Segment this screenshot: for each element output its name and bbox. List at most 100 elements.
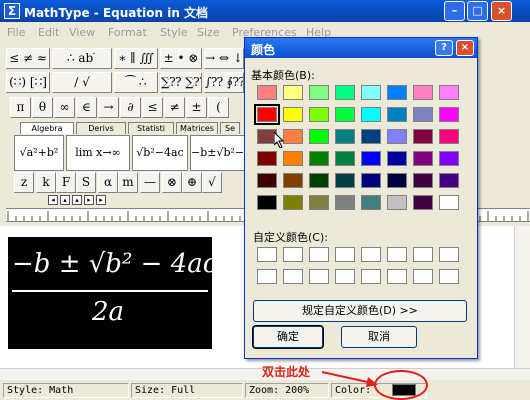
- color-swatch[interactable]: [257, 85, 277, 100]
- menu-item[interactable]: Size: [197, 26, 220, 39]
- maximize-button[interactable]: □: [467, 1, 488, 21]
- color-swatch[interactable]: [283, 107, 303, 122]
- palette-button[interactable]: ⊗: [162, 172, 182, 193]
- color-swatch[interactable]: [413, 151, 433, 166]
- color-swatch[interactable]: [413, 85, 433, 100]
- menu-item[interactable]: Format: [108, 26, 147, 39]
- color-swatch[interactable]: [361, 107, 381, 122]
- palette-button[interactable]: ∴ ab ̇: [52, 48, 112, 69]
- palette-button[interactable]: ±: [186, 97, 207, 118]
- custom-color-swatch[interactable]: [257, 269, 277, 284]
- color-swatch[interactable]: [283, 195, 303, 210]
- color-swatch[interactable]: [335, 195, 355, 210]
- ok-button[interactable]: 确定: [252, 325, 324, 349]
- palette-button[interactable]: (∷) [∷]: [6, 72, 50, 93]
- color-swatch[interactable]: [413, 107, 433, 122]
- color-swatch[interactable]: [309, 151, 329, 166]
- color-swatch[interactable]: [335, 107, 355, 122]
- color-swatch[interactable]: [439, 173, 459, 188]
- color-swatch[interactable]: [283, 85, 303, 100]
- color-swatch[interactable]: [439, 129, 459, 144]
- palette-button[interactable]: ∫⁇ ∮⁇: [204, 72, 244, 93]
- palette-button[interactable]: ∗ ∥ ∭: [114, 48, 158, 69]
- palette-button[interactable]: S: [76, 172, 96, 193]
- palette-button[interactable]: ± • ⊗: [160, 48, 202, 69]
- color-swatch[interactable]: [439, 107, 459, 122]
- define-custom-colors-button[interactable]: 规定自定义颜色(D) >>: [253, 300, 467, 322]
- palette-button[interactable]: ≠: [164, 97, 185, 118]
- custom-color-swatch[interactable]: [361, 269, 381, 284]
- palette-button[interactable]: ∂: [120, 97, 141, 118]
- color-swatch[interactable]: [309, 173, 329, 188]
- palette-button[interactable]: → ⇔ ↓: [204, 48, 244, 69]
- palette-nav-button[interactable]: ◂: [48, 195, 58, 205]
- custom-color-swatch[interactable]: [335, 247, 355, 262]
- menu-item[interactable]: Edit: [38, 26, 59, 39]
- color-swatch[interactable]: [335, 173, 355, 188]
- palette-nav-button[interactable]: ▴: [72, 195, 82, 205]
- palette-button[interactable]: ∈: [76, 97, 97, 118]
- palette-button[interactable]: →: [98, 97, 119, 118]
- template-button[interactable]: lim x→∞: [66, 135, 130, 171]
- color-swatch[interactable]: [439, 151, 459, 166]
- color-swatch[interactable]: [309, 107, 329, 122]
- custom-color-swatch[interactable]: [413, 247, 433, 262]
- color-swatch[interactable]: [335, 129, 355, 144]
- close-button[interactable]: ×: [491, 1, 512, 21]
- palette-button[interactable]: π: [10, 97, 31, 118]
- palette-nav-button[interactable]: ▸: [96, 195, 106, 205]
- palette-nav-button[interactable]: ▸: [84, 195, 94, 205]
- palette-tab[interactable]: Matrices: [176, 122, 218, 134]
- color-swatch[interactable]: [254, 104, 280, 125]
- color-swatch[interactable]: [439, 85, 459, 100]
- menu-item[interactable]: File: [7, 26, 25, 39]
- custom-color-swatch[interactable]: [439, 269, 459, 284]
- help-button[interactable]: ?: [435, 40, 453, 56]
- color-swatch[interactable]: [257, 151, 277, 166]
- title-bar[interactable]: Σ MathType - Equation in 文档 – □ ×: [0, 0, 530, 22]
- palette-button[interactable]: z: [14, 172, 34, 193]
- palette-button[interactable]: θ: [32, 97, 53, 118]
- template-button[interactable]: √b²−4ac: [132, 135, 188, 171]
- color-swatch[interactable]: [413, 129, 433, 144]
- custom-color-swatch[interactable]: [387, 247, 407, 262]
- palette-button[interactable]: ∕ √: [52, 72, 112, 93]
- color-swatch[interactable]: [283, 173, 303, 188]
- color-swatch[interactable]: [361, 151, 381, 166]
- palette-button[interactable]: m: [118, 172, 138, 193]
- palette-tab[interactable]: Se: [220, 122, 240, 134]
- color-swatch[interactable]: [335, 151, 355, 166]
- vertical-scrollbar[interactable]: [514, 226, 530, 368]
- palette-button[interactable]: √: [202, 172, 222, 193]
- quadratic-equation[interactable]: −b ± √b² − 4ac 2a: [8, 237, 217, 349]
- color-swatch[interactable]: [361, 85, 381, 100]
- template-button[interactable]: −b±√b²−4ac / 2a: [190, 135, 246, 171]
- color-swatch[interactable]: [335, 85, 355, 100]
- custom-color-swatch[interactable]: [283, 247, 303, 262]
- palette-button[interactable]: ≤ ≠ ≈: [6, 48, 50, 69]
- color-swatch[interactable]: [387, 85, 407, 100]
- custom-color-swatch[interactable]: [309, 247, 329, 262]
- color-swatch[interactable]: [361, 129, 381, 144]
- color-swatch[interactable]: [387, 129, 407, 144]
- palette-button[interactable]: F: [56, 172, 76, 193]
- color-swatch[interactable]: [387, 151, 407, 166]
- color-swatch[interactable]: [257, 195, 277, 210]
- custom-color-swatch[interactable]: [361, 247, 381, 262]
- dialog-title-bar[interactable]: 颜色 ? ×: [245, 38, 477, 58]
- color-swatch[interactable]: [309, 85, 329, 100]
- palette-button[interactable]: (: [208, 97, 229, 118]
- palette-nav-button[interactable]: ▴: [60, 195, 70, 205]
- color-swatch[interactable]: [387, 173, 407, 188]
- palette-button[interactable]: ≤: [142, 97, 163, 118]
- color-swatch[interactable]: [361, 195, 381, 210]
- minimize-button[interactable]: –: [444, 1, 465, 21]
- menu-item[interactable]: Style: [160, 26, 188, 39]
- palette-tab[interactable]: Algebra: [20, 122, 74, 134]
- palette-button[interactable]: k: [36, 172, 56, 193]
- color-swatch[interactable]: [413, 173, 433, 188]
- template-button[interactable]: √a²+b²: [14, 135, 64, 171]
- custom-color-swatch[interactable]: [283, 269, 303, 284]
- palette-button[interactable]: α: [98, 172, 118, 193]
- color-swatch[interactable]: [309, 195, 329, 210]
